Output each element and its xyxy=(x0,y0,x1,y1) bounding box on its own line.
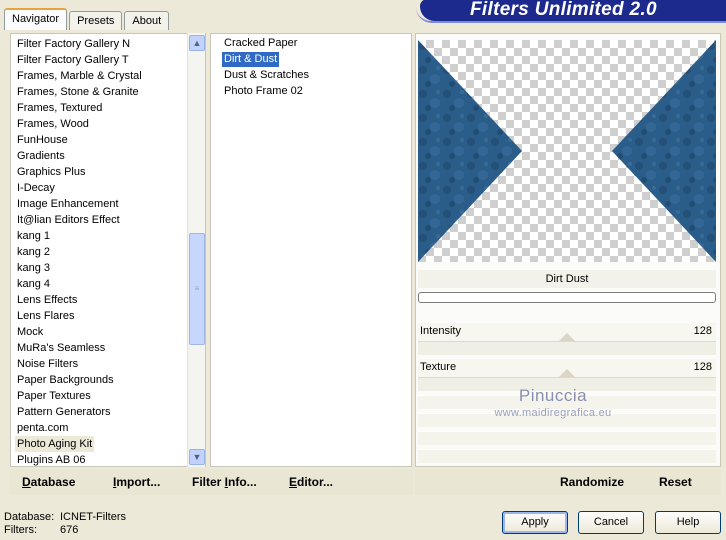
right-toolbar: Randomize Reset xyxy=(415,469,721,495)
preview-image xyxy=(418,40,716,262)
editor-button[interactable]: Editor... xyxy=(289,475,333,489)
empty-control-row xyxy=(418,449,716,463)
editor-button-label: ditor... xyxy=(297,475,334,489)
preview-texture xyxy=(418,40,716,262)
filter-item[interactable]: Dirt & Dust xyxy=(222,52,280,67)
tab-bar: Navigator Presets About xyxy=(4,8,171,30)
category-item[interactable]: Lens Effects xyxy=(15,292,79,308)
category-item[interactable]: Paper Backgrounds xyxy=(15,372,116,388)
progress-bar xyxy=(418,292,716,303)
category-scrollbar[interactable]: ▲ ≡ ▼ xyxy=(187,33,205,467)
category-item[interactable]: Paper Textures xyxy=(15,388,93,404)
editor-button-accel: E xyxy=(289,475,298,489)
cancel-button[interactable]: Cancel xyxy=(578,511,644,534)
filter-item[interactable]: Dust & Scratches xyxy=(222,68,311,83)
category-item[interactable]: MuRa's Seamless xyxy=(15,340,107,356)
grip-icon: ≡ xyxy=(194,284,200,293)
category-item[interactable]: Lens Flares xyxy=(15,308,76,324)
category-item[interactable]: kang 2 xyxy=(15,244,52,260)
texture-value: 128 xyxy=(693,361,712,373)
apply-button[interactable]: Apply xyxy=(502,511,568,534)
filter-info-button-prefix: Filter xyxy=(192,475,225,489)
category-item[interactable]: Noise Filters xyxy=(15,356,80,372)
reset-button[interactable]: Reset xyxy=(659,475,692,489)
category-item[interactable]: Graphics Plus xyxy=(15,164,87,180)
database-label: Database: xyxy=(4,511,55,523)
filters-count-value: 676 xyxy=(60,524,79,536)
category-item[interactable]: Frames, Textured xyxy=(15,100,104,116)
filter-info-button-label: nfo... xyxy=(228,475,257,489)
watermark-name: Pinuccia xyxy=(518,386,588,405)
category-item[interactable]: It@lian Editors Effect xyxy=(15,212,122,228)
filter-item[interactable]: Cracked Paper xyxy=(222,36,299,51)
category-item[interactable]: Frames, Stone & Granite xyxy=(15,84,141,100)
category-item[interactable]: I-Decay xyxy=(15,180,57,196)
database-button-accel: D xyxy=(22,475,31,489)
scroll-up-button[interactable]: ▲ xyxy=(189,35,205,51)
intensity-label: Intensity xyxy=(420,325,461,337)
category-item[interactable]: Photo Aging Kit xyxy=(15,436,95,452)
category-item[interactable]: Frames, Marble & Crystal xyxy=(15,68,144,84)
import-button[interactable]: Import... xyxy=(113,475,160,489)
import-button-label: mport... xyxy=(116,475,161,489)
filters-count-label: Filters: xyxy=(4,524,37,536)
texture-label: Texture xyxy=(420,361,457,373)
filter-list[interactable]: Cracked Paper Dirt & Dust Dust & Scratches… xyxy=(210,33,412,467)
category-item[interactable]: Image Enhancement xyxy=(15,196,121,212)
category-list[interactable]: Filter Factory Gallery N Filter Factory G… xyxy=(10,33,206,467)
category-item[interactable]: kang 4 xyxy=(15,276,52,292)
database-button[interactable]: Database xyxy=(22,475,75,489)
tab-navigator[interactable]: Navigator xyxy=(4,8,68,30)
tab-about[interactable]: About xyxy=(124,11,170,30)
category-item[interactable]: Gradients xyxy=(15,148,67,164)
app-title: Filters Unlimited 2.0 xyxy=(470,0,657,20)
tab-presets[interactable]: Presets xyxy=(69,11,123,30)
texture-slider-thumb[interactable] xyxy=(559,369,575,377)
intensity-slider[interactable] xyxy=(418,333,716,355)
scroll-down-button[interactable]: ▼ xyxy=(189,449,205,465)
intensity-value: 128 xyxy=(693,325,712,337)
category-item[interactable]: kang 3 xyxy=(15,260,52,276)
scroll-thumb[interactable]: ≡ xyxy=(189,233,205,345)
category-item[interactable]: Pattern Generators xyxy=(15,404,113,420)
empty-control-row xyxy=(418,431,716,445)
category-item[interactable]: Mock xyxy=(15,324,45,340)
filter-info-button[interactable]: Filter Info... xyxy=(192,475,257,489)
database-value: ICNET-Filters xyxy=(60,511,126,523)
filter-name-display: Dirt Dust xyxy=(418,270,716,288)
category-item[interactable]: Filter Factory Gallery N xyxy=(15,36,132,52)
category-item[interactable]: Frames, Wood xyxy=(15,116,91,132)
randomize-button[interactable]: Randomize xyxy=(560,475,624,489)
help-button[interactable]: Help xyxy=(655,511,721,534)
chevron-up-icon: ▲ xyxy=(192,38,202,48)
category-item[interactable]: Filter Factory Gallery T xyxy=(15,52,131,68)
database-button-label: atabase xyxy=(30,475,76,489)
left-toolbar: Database Import... Filter Info... Editor… xyxy=(10,469,413,495)
filter-item[interactable]: Photo Frame 02 xyxy=(222,84,305,99)
intensity-slider-thumb[interactable] xyxy=(559,333,575,341)
chevron-down-icon: ▼ xyxy=(192,452,202,462)
category-item[interactable]: FunHouse xyxy=(15,132,70,148)
watermark-url: www.maidiregrafica.eu xyxy=(494,407,612,419)
category-item[interactable]: penta.com xyxy=(15,420,70,436)
category-item[interactable]: Plugins AB 06 xyxy=(15,452,88,468)
category-item[interactable]: kang 1 xyxy=(15,228,52,244)
